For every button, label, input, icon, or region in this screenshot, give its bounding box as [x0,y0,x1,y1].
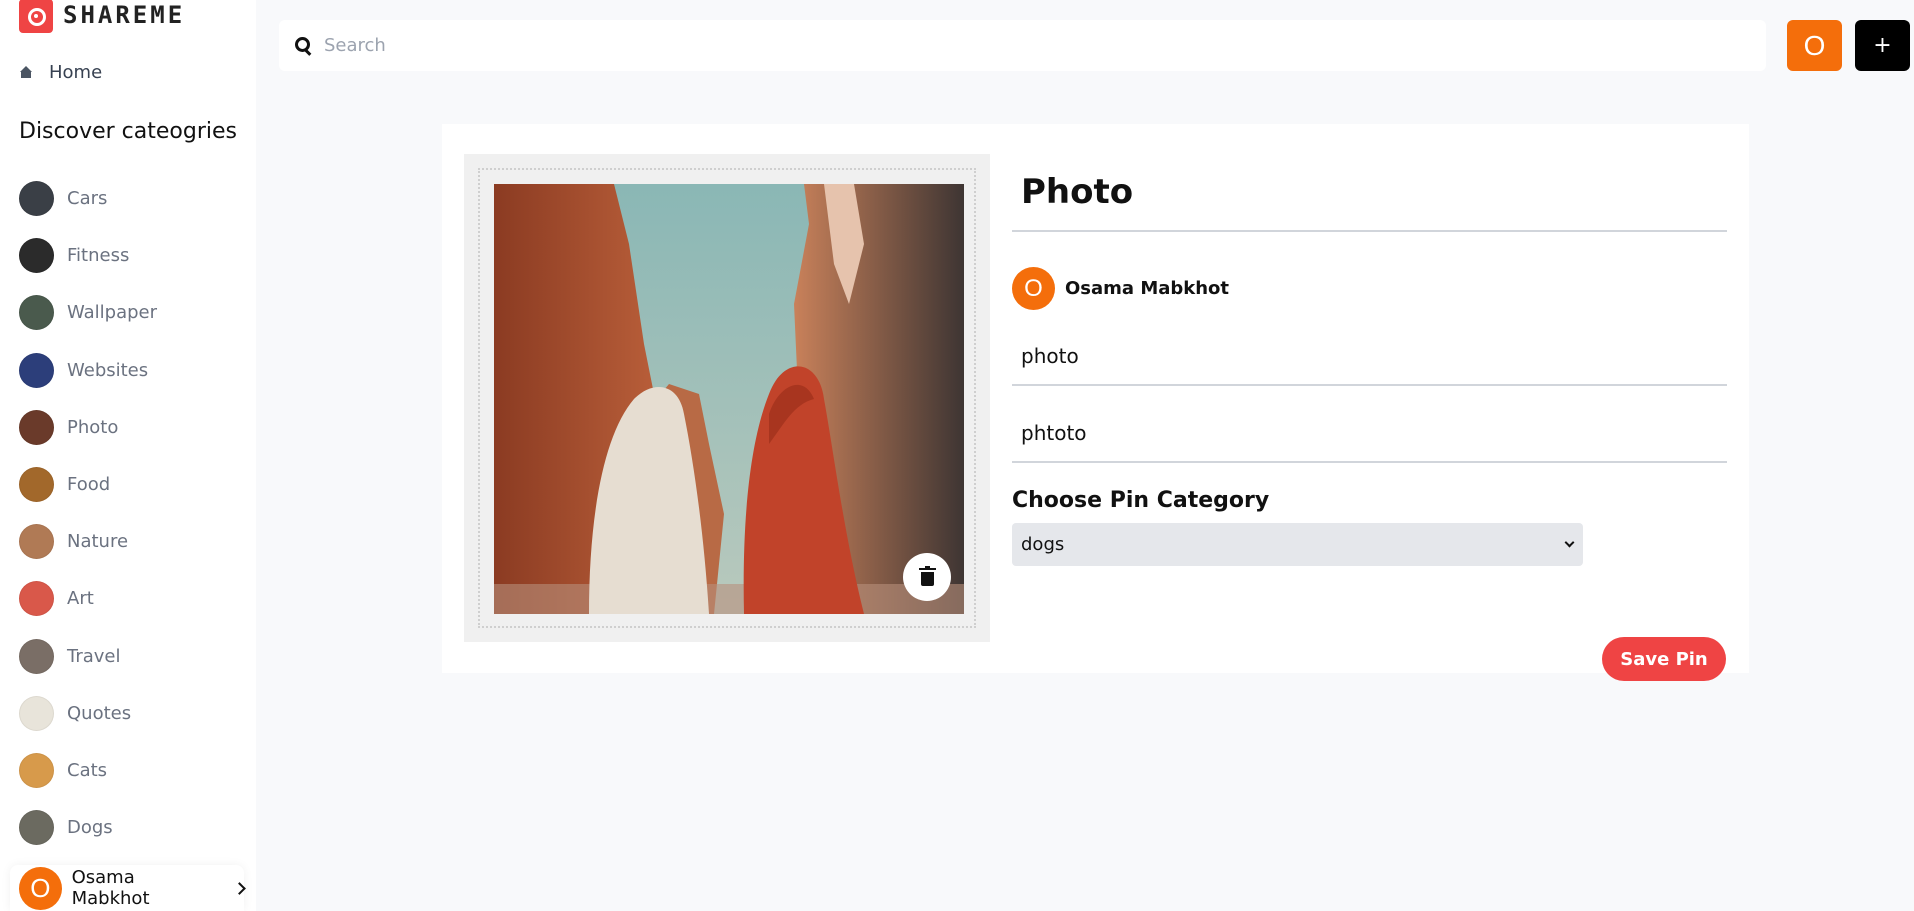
pin-title-input[interactable] [1012,154,1727,232]
choose-category-heading: Choose Pin Category [1012,488,1270,513]
create-pin-button[interactable]: + [1855,20,1910,71]
search-input[interactable] [324,35,1724,56]
category-label: Wallpaper [67,302,158,324]
category-label: Cars [67,188,108,210]
image-dropzone [478,168,976,628]
category-list: Cars Fitness Wallpaper Websites Photo Food Nat… [19,170,249,856]
image-upload-area [464,154,990,642]
sidebar-item-quotes[interactable]: Quotes [19,685,249,742]
chevron-right-icon [233,881,246,895]
category-selected-value: dogs [1021,534,1065,555]
category-label: Art [67,588,94,610]
sidebar-item-cars[interactable]: Cars [19,170,249,227]
category-select[interactable]: dogs [1012,523,1583,566]
logo-text: SHAREME [63,1,186,29]
sidebar-item-websites[interactable]: Websites [19,342,249,399]
category-thumbnail [19,467,54,503]
category-label: Dogs [67,817,113,839]
sidebar-item-photo[interactable]: Photo [19,399,249,456]
sidebar-item-cats[interactable]: Cats [19,742,249,799]
sidebar-item-art[interactable]: Art [19,570,249,627]
category-thumbnail [19,752,54,788]
category-thumbnail [19,352,54,388]
category-label: Travel [67,645,121,667]
pin-author: O Osama Mabkhot [1012,267,1727,310]
category-thumbnail [19,638,54,674]
home-icon [19,65,33,80]
user-name: Osama Mabkhot [71,867,150,909]
sidebar-item-wallpaper[interactable]: Wallpaper [19,284,249,341]
home-label: Home [49,62,103,83]
category-thumbnail [19,181,54,217]
pin-about-input[interactable] [1012,328,1727,386]
profile-avatar-button[interactable]: O [1787,20,1842,71]
sidebar-item-food[interactable]: Food [19,456,249,513]
author-avatar: O [1012,267,1055,310]
logo[interactable]: SHAREME [19,0,185,36]
sidebar-item-home[interactable]: Home [19,62,102,83]
category-thumbnail [19,295,54,331]
category-label: Quotes [67,702,132,724]
category-thumbnail [19,810,54,846]
save-pin-button[interactable]: Save Pin [1602,637,1726,681]
sidebar: SHAREME Home Discover cateogries Cars Fit… [0,0,256,911]
category-label: Websites [67,359,149,381]
sidebar-user-profile[interactable]: O Osama Mabkhot [10,865,246,911]
category-thumbnail [19,695,54,731]
category-label: Cats [67,759,108,781]
sidebar-item-dogs[interactable]: Dogs [19,799,249,856]
search-bar[interactable] [279,20,1766,71]
create-pin-card: O Osama Mabkhot Choose Pin Category dogs… [442,124,1749,681]
category-thumbnail [19,524,54,560]
canyon-photo [494,184,964,614]
sidebar-item-nature[interactable]: Nature [19,513,249,570]
category-thumbnail [19,238,54,274]
delete-image-button[interactable] [903,553,951,601]
discover-categories-heading: Discover cateogries [19,119,237,144]
sidebar-item-fitness[interactable]: Fitness [19,227,249,284]
category-thumbnail [19,581,54,617]
category-thumbnail [19,409,54,445]
uploaded-image [494,184,964,614]
trash-icon [918,565,936,586]
pin-destination-input[interactable] [1012,405,1727,463]
sidebar-item-travel[interactable]: Travel [19,628,249,685]
category-label: Fitness [67,245,130,267]
category-label: Photo [67,416,119,438]
search-icon [294,36,314,56]
category-label: Food [67,474,111,496]
avatar: O [19,866,62,910]
pin-form: O Osama Mabkhot Choose Pin Category dogs… [1012,154,1727,681]
category-label: Nature [67,531,129,553]
chevron-down-icon [1564,537,1575,548]
camera-logo-icon [19,0,53,33]
author-name: Osama Mabkhot [1065,278,1230,299]
